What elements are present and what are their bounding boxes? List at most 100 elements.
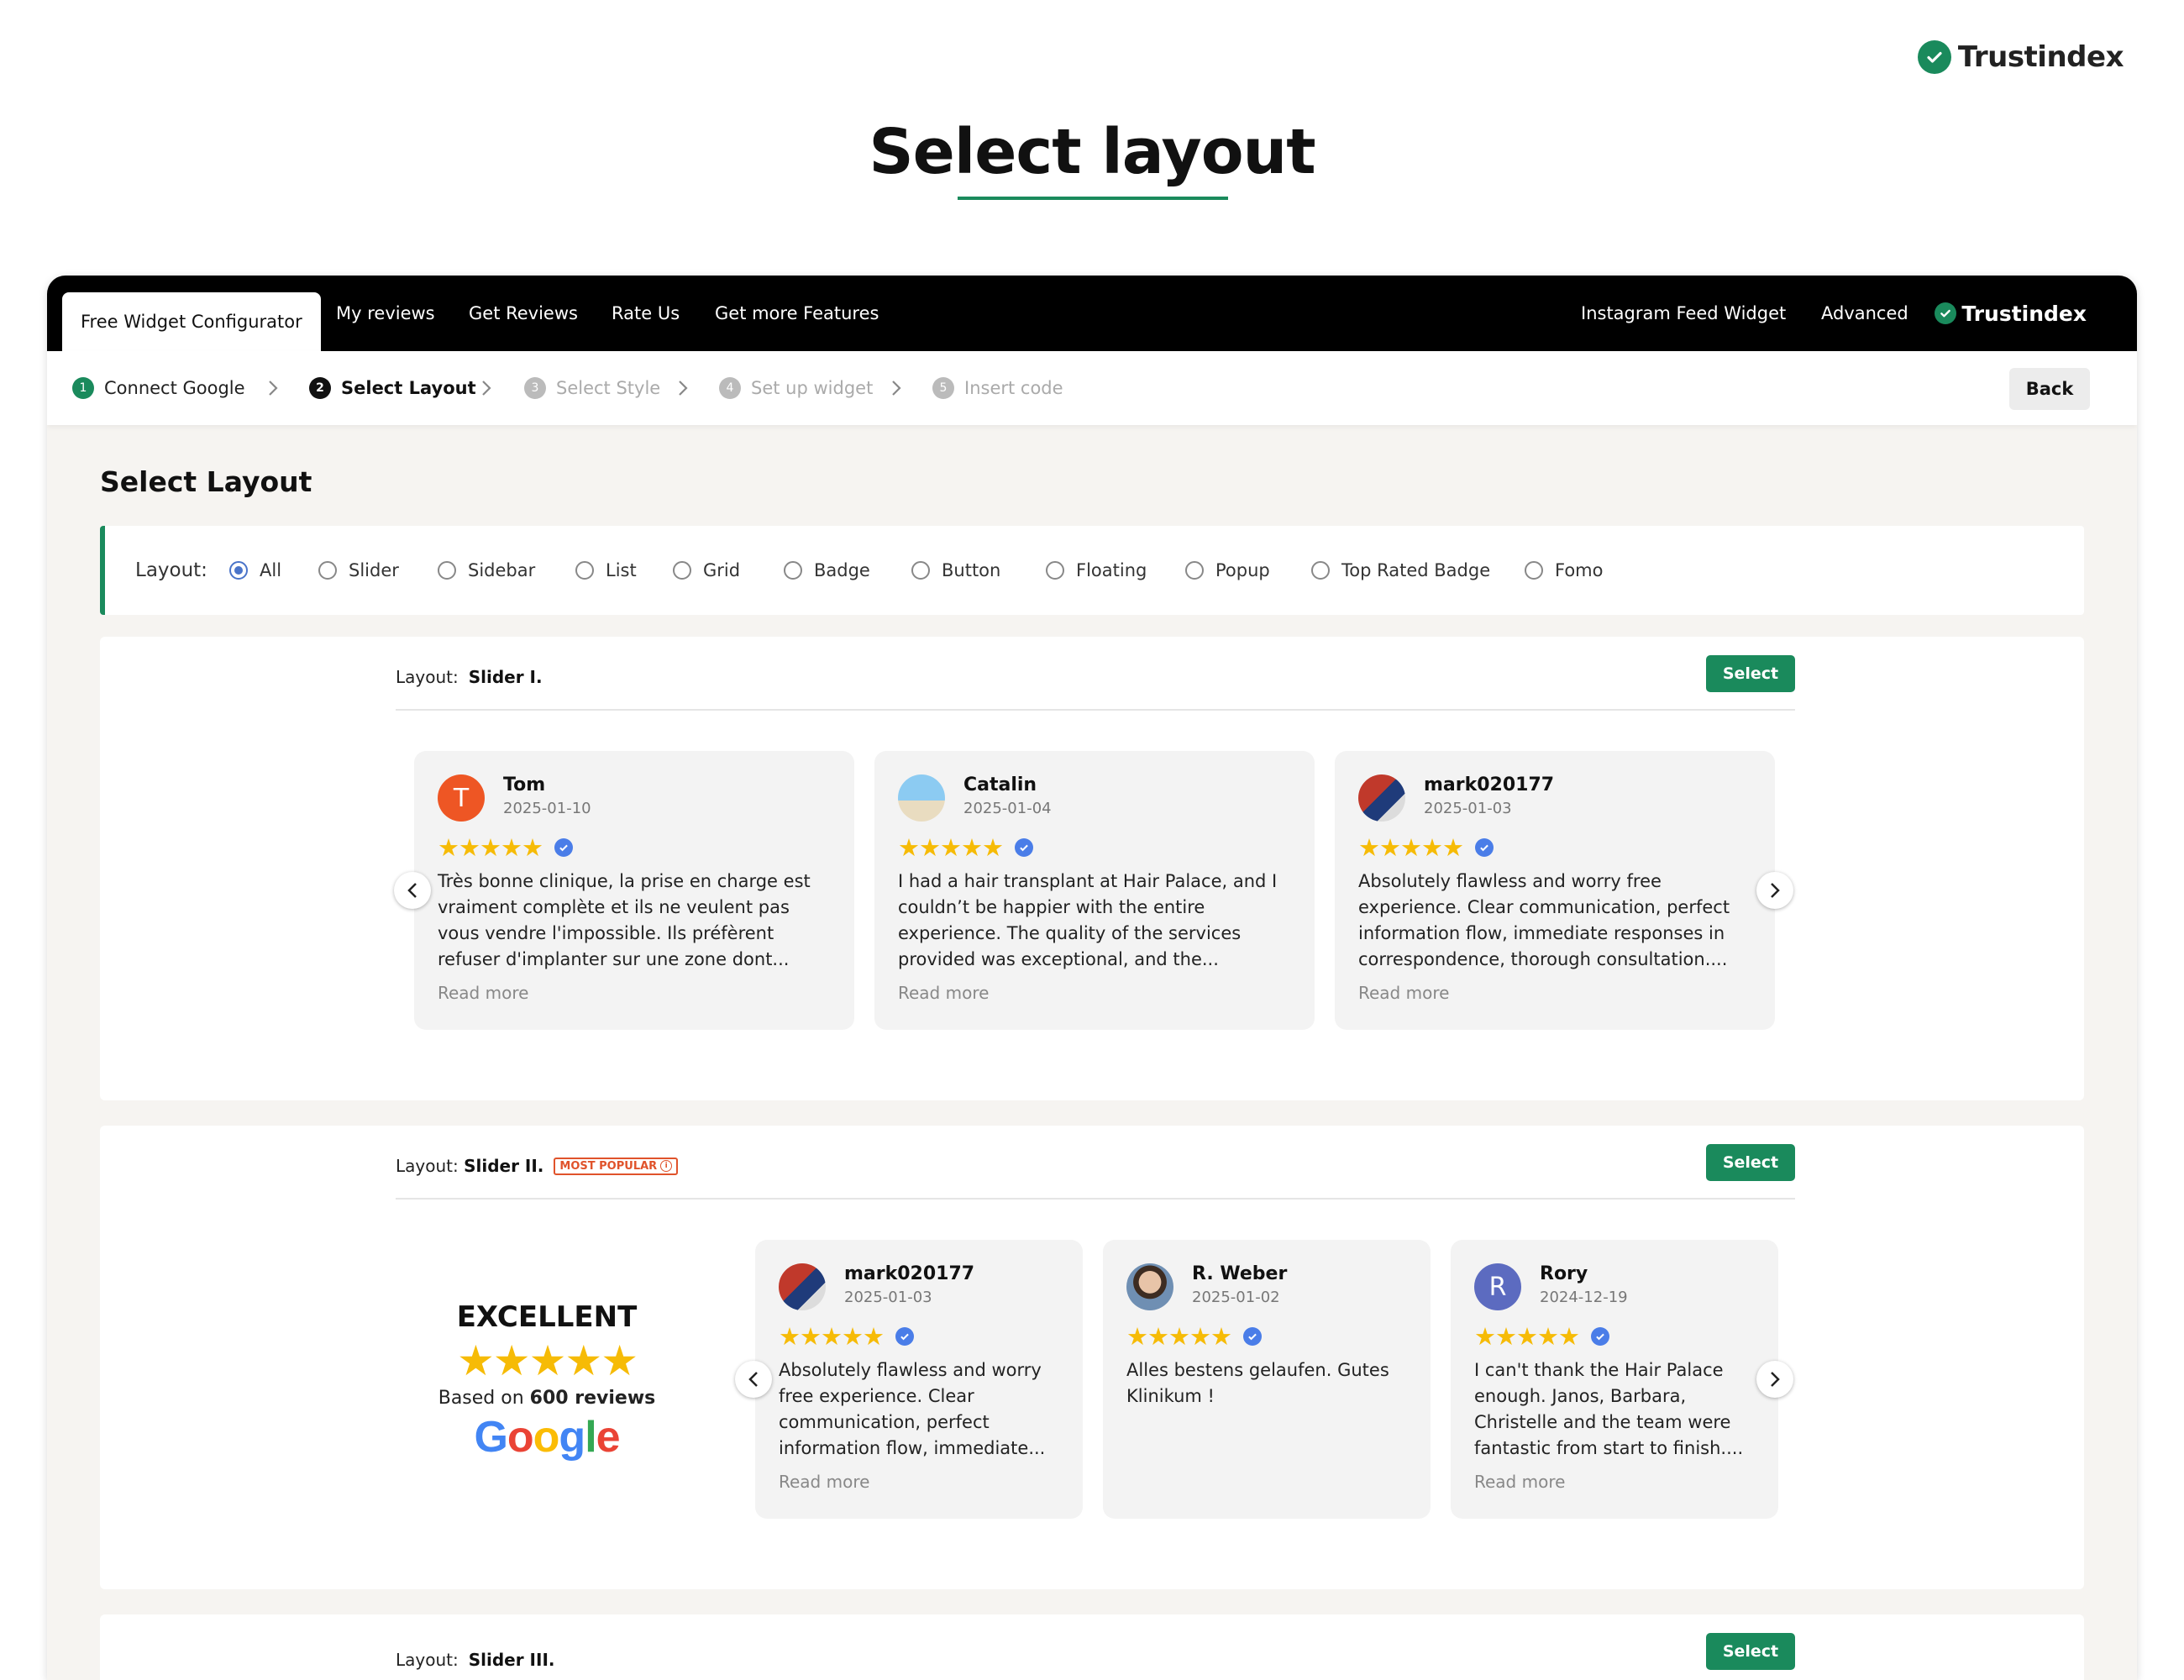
- tab-free-widget-configurator[interactable]: Free Widget Configurator: [62, 292, 321, 351]
- review-text: I had a hair transplant at Hair Palace, …: [898, 871, 1278, 969]
- filter-badge[interactable]: Badge: [784, 526, 870, 615]
- layout-name: Layout: Slider II. MOST POPULAR i: [396, 1156, 679, 1176]
- reviewer-name: mark020177: [844, 1263, 975, 1284]
- select-button[interactable]: Select: [1706, 1144, 1795, 1181]
- chevron-right-icon[interactable]: [1756, 1361, 1793, 1398]
- filter-grid[interactable]: Grid: [673, 526, 740, 615]
- trustindex-logo: Trustindex: [1917, 40, 2124, 74]
- radio-icon[interactable]: [438, 561, 456, 580]
- rating-stars: ★★★★★: [438, 833, 573, 862]
- review-date: 2024-12-19: [1540, 1289, 1628, 1306]
- tab-instagram-feed-widget[interactable]: Instagram Feed Widget: [1581, 276, 1786, 351]
- brand-name: Trustindex: [1957, 40, 2124, 74]
- review-card: mark020177 2025-01-03 ★★★★★ Absolutely f…: [1335, 751, 1775, 1030]
- chevron-right-icon: [677, 351, 689, 425]
- google-logo: Google: [474, 1413, 620, 1462]
- verified-icon: [895, 1327, 914, 1346]
- filter-all[interactable]: All: [229, 526, 281, 615]
- chevron-right-icon: [267, 351, 279, 425]
- title-underline: [958, 197, 1228, 200]
- review-date: 2025-01-03: [844, 1289, 932, 1306]
- reviewer-name: mark020177: [1424, 774, 1555, 795]
- filter-sidebar[interactable]: Sidebar: [438, 526, 535, 615]
- step-insert-code: 5 Insert code: [932, 351, 1063, 425]
- section-title: Select Layout: [100, 465, 312, 498]
- chevron-right-icon[interactable]: [1756, 872, 1793, 909]
- read-more-link[interactable]: Read more: [898, 983, 989, 1003]
- rating-stars: ★★★★★: [1358, 833, 1494, 862]
- review-date: 2025-01-03: [1424, 800, 1512, 817]
- review-date: 2025-01-10: [503, 800, 591, 817]
- radio-icon[interactable]: [784, 561, 802, 580]
- radio-icon[interactable]: [318, 561, 337, 580]
- reviewer-name: Rory: [1540, 1263, 1588, 1284]
- tab-advanced[interactable]: Advanced: [1821, 276, 1908, 351]
- step-select-layout[interactable]: 2 Select Layout: [309, 351, 476, 425]
- review-text: Absolutely flawless and worry free exper…: [779, 1360, 1046, 1458]
- verified-icon: [554, 838, 573, 857]
- filter-button[interactable]: Button: [911, 526, 1000, 615]
- radio-icon[interactable]: [575, 561, 594, 580]
- tab-get-more-features[interactable]: Get more Features: [715, 276, 879, 351]
- radio-icon[interactable]: [1311, 561, 1330, 580]
- read-more-link[interactable]: Read more: [779, 1472, 869, 1492]
- review-text: Très bonne clinique, la prise en charge …: [438, 871, 811, 969]
- review-card: T Tom 2025-01-10 ★★★★★ Très bonne cliniq…: [414, 751, 854, 1030]
- layout-name: Layout: Slider I.: [396, 667, 543, 687]
- verified-icon: [1243, 1327, 1262, 1346]
- chevron-left-icon[interactable]: [735, 1361, 772, 1398]
- read-more-link[interactable]: Read more: [438, 983, 528, 1003]
- tab-my-reviews[interactable]: My reviews: [336, 276, 435, 351]
- radio-icon[interactable]: [911, 561, 930, 580]
- filter-floating[interactable]: Floating: [1046, 526, 1147, 615]
- rating-stars: ★★★★★: [1474, 1322, 1609, 1351]
- select-button[interactable]: Select: [1706, 1633, 1795, 1670]
- layout-filter: Layout: All Slider Sidebar List Grid Bad…: [100, 526, 2084, 615]
- tab-rate-us[interactable]: Rate Us: [612, 276, 680, 351]
- radio-icon[interactable]: [1046, 561, 1064, 580]
- check-icon: [1935, 302, 1957, 324]
- most-popular-badge: MOST POPULAR i: [554, 1157, 679, 1175]
- layout-panel-header: Layout: Slider III. Select: [396, 1614, 1795, 1680]
- reviewer-name: Catalin: [963, 774, 1037, 795]
- layout-panel-slider-1: Layout: Slider I. Select T Tom 2025-01-10…: [100, 637, 2084, 1100]
- rating-label: EXCELLENT: [456, 1300, 638, 1334]
- avatar: [1126, 1263, 1173, 1310]
- review-card: R Rory 2024-12-19 ★★★★★ I can't thank th…: [1451, 1240, 1778, 1519]
- review-card: Catalin 2025-01-04 ★★★★★ I had a hair tr…: [874, 751, 1315, 1030]
- check-icon: [1917, 40, 1951, 74]
- verified-icon: [1015, 838, 1033, 857]
- filter-slider[interactable]: Slider: [318, 526, 399, 615]
- reviewer-name: Tom: [503, 774, 546, 795]
- filter-fomo[interactable]: Fomo: [1525, 526, 1603, 615]
- radio-icon[interactable]: [1525, 561, 1543, 580]
- radio-icon[interactable]: [1185, 561, 1204, 580]
- select-button[interactable]: Select: [1706, 655, 1795, 692]
- nav-brand-name: Trustindex: [1961, 301, 2087, 326]
- avatar: [779, 1263, 826, 1310]
- review-text: I can't thank the Hair Palace enough. Ja…: [1474, 1360, 1744, 1458]
- read-more-link[interactable]: Read more: [1358, 983, 1449, 1003]
- review-date: 2025-01-04: [963, 800, 1052, 817]
- filter-list[interactable]: List: [575, 526, 637, 615]
- back-button[interactable]: Back: [2009, 368, 2090, 410]
- radio-checked-icon[interactable]: [229, 561, 248, 580]
- read-more-link[interactable]: Read more: [1474, 1472, 1565, 1492]
- tab-get-reviews[interactable]: Get Reviews: [469, 276, 578, 351]
- radio-icon[interactable]: [673, 561, 691, 580]
- layout-panel-slider-2: Layout: Slider II. MOST POPULAR i Select …: [100, 1126, 2084, 1589]
- step-progress-bar: 1 Connect Google 2 Select Layout 3 Selec…: [47, 351, 2137, 425]
- layout-name: Layout: Slider III.: [396, 1650, 555, 1670]
- filter-popup[interactable]: Popup: [1185, 526, 1270, 615]
- review-text: Absolutely flawless and worry free exper…: [1358, 871, 1730, 969]
- layout-panel-header: Layout: Slider II. MOST POPULAR i Select: [396, 1126, 1795, 1200]
- chevron-left-icon[interactable]: [394, 872, 431, 909]
- step-connect-google[interactable]: 1 Connect Google: [72, 351, 245, 425]
- top-nav: Free Widget Configurator My reviews Get …: [47, 276, 2137, 351]
- summary-stars: ★★★★★: [456, 1336, 638, 1385]
- plugin-window: Free Widget Configurator My reviews Get …: [47, 276, 2137, 1680]
- nav-brand-logo: Trustindex: [1935, 276, 2087, 351]
- verified-icon: [1475, 838, 1494, 857]
- filter-top-rated-badge[interactable]: Top Rated Badge: [1311, 526, 1490, 615]
- reviewer-name: R. Weber: [1192, 1263, 1288, 1284]
